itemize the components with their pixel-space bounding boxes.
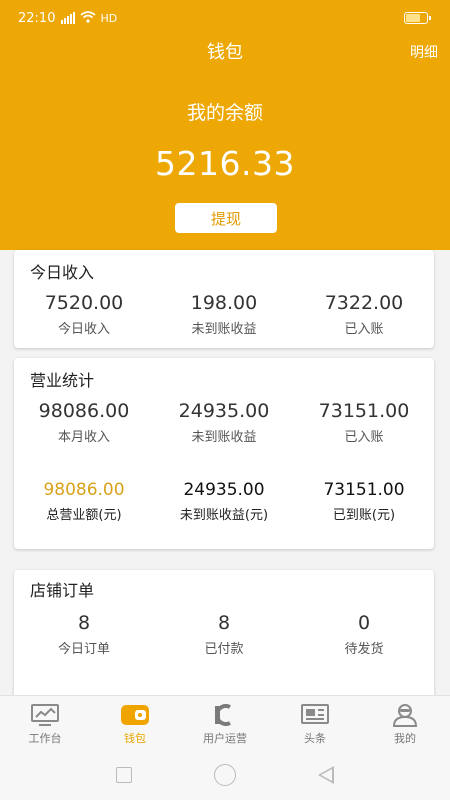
tab-label: 钱包: [124, 732, 146, 745]
stat-value: 8: [217, 612, 231, 634]
profile-icon: [392, 704, 418, 727]
business-stats-card: 营业统计 98086.00 本月收入 24935.00 未到账收益 73151.…: [14, 358, 434, 549]
tab-dashboard[interactable]: 工作台: [0, 696, 90, 750]
stat-label: 已到账(元): [332, 508, 396, 523]
stat-value: 0: [357, 612, 371, 634]
tab-news[interactable]: 头条: [270, 696, 360, 750]
stat-label: 今日收入: [57, 322, 110, 337]
stat-value: 73151.00: [318, 400, 410, 422]
tab-wallet[interactable]: 钱包: [90, 696, 180, 750]
stat-monthly-pending[interactable]: 24935.00 未到账收益: [154, 400, 294, 445]
stat-value: 24935.00: [178, 400, 270, 422]
stat-label: 未到账收益: [191, 322, 257, 337]
stat-value: 98086.00: [43, 480, 125, 500]
today-income-card: 今日收入 7520.00 今日收入 198.00 未到账收益 7322.00 已…: [14, 250, 434, 348]
signal-icon: [61, 12, 76, 24]
bottom-tab-bar: 工作台 钱包 用户运营 头条 我的: [0, 695, 450, 750]
wallet-icon: [121, 705, 149, 725]
stat-label: 已付款: [204, 642, 244, 657]
stat-value: 98086.00: [38, 400, 130, 422]
business-stats-title: 营业统计: [30, 371, 95, 390]
store-orders-title: 店铺订单: [30, 581, 95, 600]
balance-amount: 5216.33: [155, 144, 295, 183]
wallet-header: 22:10 HD 钱包 明细 我的余额 5216.33 提现: [0, 0, 450, 250]
stat-pending-income[interactable]: 198.00 未到账收益: [154, 292, 294, 337]
stat-today-income[interactable]: 7520.00 今日收入: [14, 292, 154, 337]
stat-value: 7520.00: [44, 292, 124, 314]
tab-user-ops[interactable]: 用户运营: [180, 696, 270, 750]
stat-value: 24935.00: [183, 480, 265, 500]
stat-pending-shipment[interactable]: 0 待发货: [294, 612, 434, 657]
stat-value: 7322.00: [324, 292, 404, 314]
stat-label: 已入账: [344, 430, 384, 445]
back-icon[interactable]: [318, 766, 334, 784]
withdraw-button[interactable]: 提现: [175, 203, 277, 233]
wifi-icon: [80, 10, 96, 26]
stat-label: 今日订单: [57, 642, 110, 657]
stat-label: 未到账收益: [191, 430, 257, 445]
stat-label: 总营业额(元): [46, 508, 122, 523]
balance-label: 我的余额: [186, 102, 263, 124]
status-bar: 22:10 HD: [0, 0, 450, 36]
tab-profile[interactable]: 我的: [360, 696, 450, 750]
stat-label: 待发货: [344, 642, 384, 657]
order-stats: 8 今日订单 8 已付款 0 待发货: [14, 612, 434, 657]
recent-apps-icon[interactable]: [116, 767, 132, 783]
stat-total-credited[interactable]: 73151.00 已到账(元): [294, 480, 434, 523]
home-icon[interactable]: [214, 764, 236, 786]
stat-monthly-credited[interactable]: 73151.00 已入账: [294, 400, 434, 445]
stat-credited[interactable]: 7322.00 已入账: [294, 292, 434, 337]
tab-label: 头条: [304, 732, 326, 745]
battery-icon: [404, 12, 431, 24]
stat-paid-orders[interactable]: 8 已付款: [154, 612, 294, 657]
total-stats: 98086.00 总营业额(元) 24935.00 未到账收益(元) 73151…: [14, 480, 434, 523]
tab-label: 用户运营: [203, 732, 247, 745]
stat-value: 73151.00: [323, 480, 405, 500]
stat-total-revenue[interactable]: 98086.00 总营业额(元): [14, 480, 154, 523]
today-income-stats: 7520.00 今日收入 198.00 未到账收益 7322.00 已入账: [14, 292, 434, 337]
news-icon: [301, 704, 329, 724]
network-type: HD: [100, 11, 118, 25]
detail-link[interactable]: 明细: [410, 42, 438, 62]
tab-label: 工作台: [28, 732, 62, 745]
monthly-stats: 98086.00 本月收入 24935.00 未到账收益 73151.00 已入…: [14, 400, 434, 445]
status-time: 22:10: [18, 10, 56, 26]
stat-label: 已入账: [344, 322, 384, 337]
page-title: 钱包: [207, 42, 243, 63]
dashboard-icon: [31, 704, 59, 726]
store-orders-card: 店铺订单 8 今日订单 8 已付款 0 待发货: [14, 570, 434, 710]
system-nav-bar: [0, 750, 450, 800]
stat-value: 8: [77, 612, 91, 634]
stat-label: 未到账收益(元): [179, 508, 269, 523]
today-income-title: 今日收入: [30, 263, 95, 282]
stat-label: 本月收入: [57, 430, 110, 445]
stat-today-orders[interactable]: 8 今日订单: [14, 612, 154, 657]
user-ops-icon: [214, 704, 231, 726]
stat-value: 198.00: [190, 292, 258, 314]
stat-total-pending[interactable]: 24935.00 未到账收益(元): [154, 480, 294, 523]
stat-monthly-income[interactable]: 98086.00 本月收入: [14, 400, 154, 445]
tab-label: 我的: [394, 732, 416, 745]
